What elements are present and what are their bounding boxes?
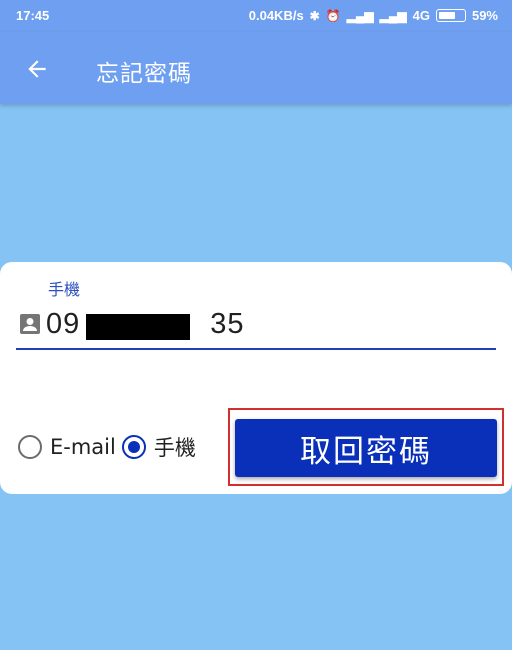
network-type: 4G (412, 8, 430, 23)
phone-field-label: 手機 (48, 280, 81, 299)
radio-email[interactable] (18, 435, 42, 459)
radio-email-label: E-mail (50, 435, 116, 459)
network-speed: 0.04KB/s (248, 8, 304, 23)
radio-option-phone[interactable]: 手機 (121, 432, 196, 462)
battery-fill (438, 12, 456, 19)
status-time: 17:45 (16, 8, 50, 23)
redaction-mask (86, 314, 190, 340)
back-button[interactable] (20, 52, 54, 86)
battery-icon (435, 9, 466, 22)
retrieve-password-button[interactable]: 取回密碼 (235, 419, 497, 477)
radio-option-email[interactable]: E-mail (18, 435, 116, 459)
page-title: 忘記密碼 (96, 61, 192, 87)
recovery-method-group: E-mail 手機 (18, 432, 202, 462)
forgot-password-card: 手機 09 35 E-mail 手機 取回密碼 (0, 262, 512, 494)
phone-prefix: 09 (46, 308, 81, 340)
radio-phone-label: 手機 (153, 436, 196, 460)
arrow-left-icon (28, 60, 46, 78)
bluetooth-icon: ✱ (309, 8, 320, 23)
alarm-icon: ⏰ (325, 8, 341, 23)
phone-suffix: 35 (210, 308, 245, 340)
status-bar: 17:45 0.04KB/s ✱ ⏰ ▂▄▆ ▂▄▆ 4G 59% (0, 0, 512, 32)
battery-percent: 59% (471, 8, 498, 23)
contact-card-icon (20, 314, 40, 334)
signal-icon: ▂▄▆ (346, 8, 374, 23)
radio-phone[interactable] (121, 435, 146, 459)
signal-icon-2: ▂▄▆ (379, 8, 407, 23)
phone-field[interactable]: 09 35 (16, 308, 496, 350)
status-icons: 0.04KB/s ✱ ⏰ ▂▄▆ ▂▄▆ 4G 59% (249, 8, 498, 23)
app-bar: 忘記密碼 (0, 32, 512, 104)
